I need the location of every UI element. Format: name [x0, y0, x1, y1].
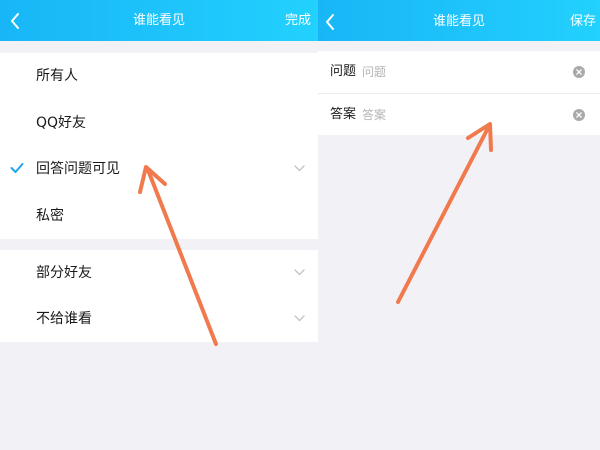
option-label: 所有人: [36, 68, 78, 84]
option-label: 回答问题可见: [36, 161, 120, 177]
chevron-down-icon: [294, 315, 305, 322]
option-some-friends[interactable]: 部分好友: [0, 250, 318, 296]
clear-icon[interactable]: [573, 66, 585, 78]
option-answer-question[interactable]: 回答问题可见: [0, 146, 318, 193]
done-button[interactable]: 完成: [285, 0, 311, 41]
question-row: 问题: [318, 51, 600, 93]
option-hide-from[interactable]: 不给谁看: [0, 296, 318, 342]
answer-row: 答案: [318, 93, 600, 135]
left-screen: 谁能看见 完成 所有人 QQ好友 回答问题可见 私密 部分好友 不给谁看: [0, 0, 318, 450]
friend-filter-group: 部分好友 不给谁看: [0, 250, 318, 342]
chevron-down-icon: [294, 269, 305, 276]
question-label: 问题: [330, 64, 357, 79]
check-icon: [10, 163, 24, 173]
option-qq-friends[interactable]: QQ好友: [0, 100, 318, 147]
option-label: 部分好友: [36, 265, 92, 281]
page-title: 谁能看见: [432, 14, 485, 29]
option-label: QQ好友: [36, 114, 87, 131]
answer-label: 答案: [330, 107, 357, 122]
option-label: 不给谁看: [36, 311, 92, 327]
back-icon[interactable]: [321, 11, 341, 33]
visibility-options-group: 所有人 QQ好友 回答问题可见 私密: [0, 53, 318, 239]
option-private[interactable]: 私密: [0, 193, 318, 240]
question-answer-form: 问题 答案: [318, 51, 600, 135]
option-everyone[interactable]: 所有人: [0, 53, 318, 100]
question-input[interactable]: [362, 61, 552, 83]
clear-icon[interactable]: [573, 109, 585, 121]
save-button[interactable]: 保存: [570, 0, 596, 41]
chevron-down-icon: [294, 165, 305, 172]
right-header: 谁能看见 保存: [318, 0, 600, 41]
answer-input[interactable]: [362, 104, 552, 126]
option-label: 私密: [36, 207, 64, 224]
left-header: 谁能看见 完成: [0, 0, 318, 41]
page-title: 谁能看见: [132, 13, 185, 28]
right-screen: 谁能看见 保存 问题 答案: [318, 0, 600, 450]
back-icon[interactable]: [6, 10, 26, 32]
